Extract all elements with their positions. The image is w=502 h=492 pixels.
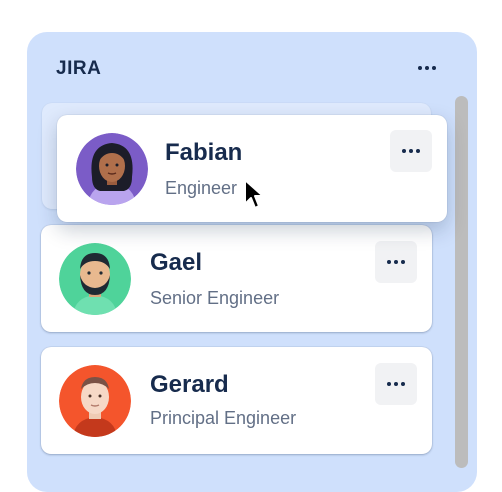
card-name: Fabian <box>165 139 243 166</box>
card-role: Principal Engineer <box>150 408 297 428</box>
card-name: Gerard <box>150 371 229 398</box>
column-menu-button[interactable] <box>410 56 444 80</box>
card-menu-button[interactable] <box>390 130 432 172</box>
card-menu-button[interactable] <box>375 241 417 283</box>
bearded-man-avatar-icon <box>59 243 131 315</box>
card-role: Senior Engineer <box>150 288 280 308</box>
female-avatar-icon <box>76 133 148 205</box>
list-item[interactable]: Gael Senior Engineer <box>41 225 432 332</box>
column-title: JIRA <box>56 58 102 79</box>
scrollbar-thumb[interactable] <box>455 96 468 468</box>
card-role: Engineer <box>165 178 238 198</box>
card-name: Gael <box>150 249 203 276</box>
card-menu-button[interactable] <box>375 363 417 405</box>
mouse-pointer-icon <box>244 179 264 209</box>
man-avatar-icon <box>59 365 131 437</box>
list-item[interactable]: Gerard Principal Engineer <box>41 347 432 454</box>
